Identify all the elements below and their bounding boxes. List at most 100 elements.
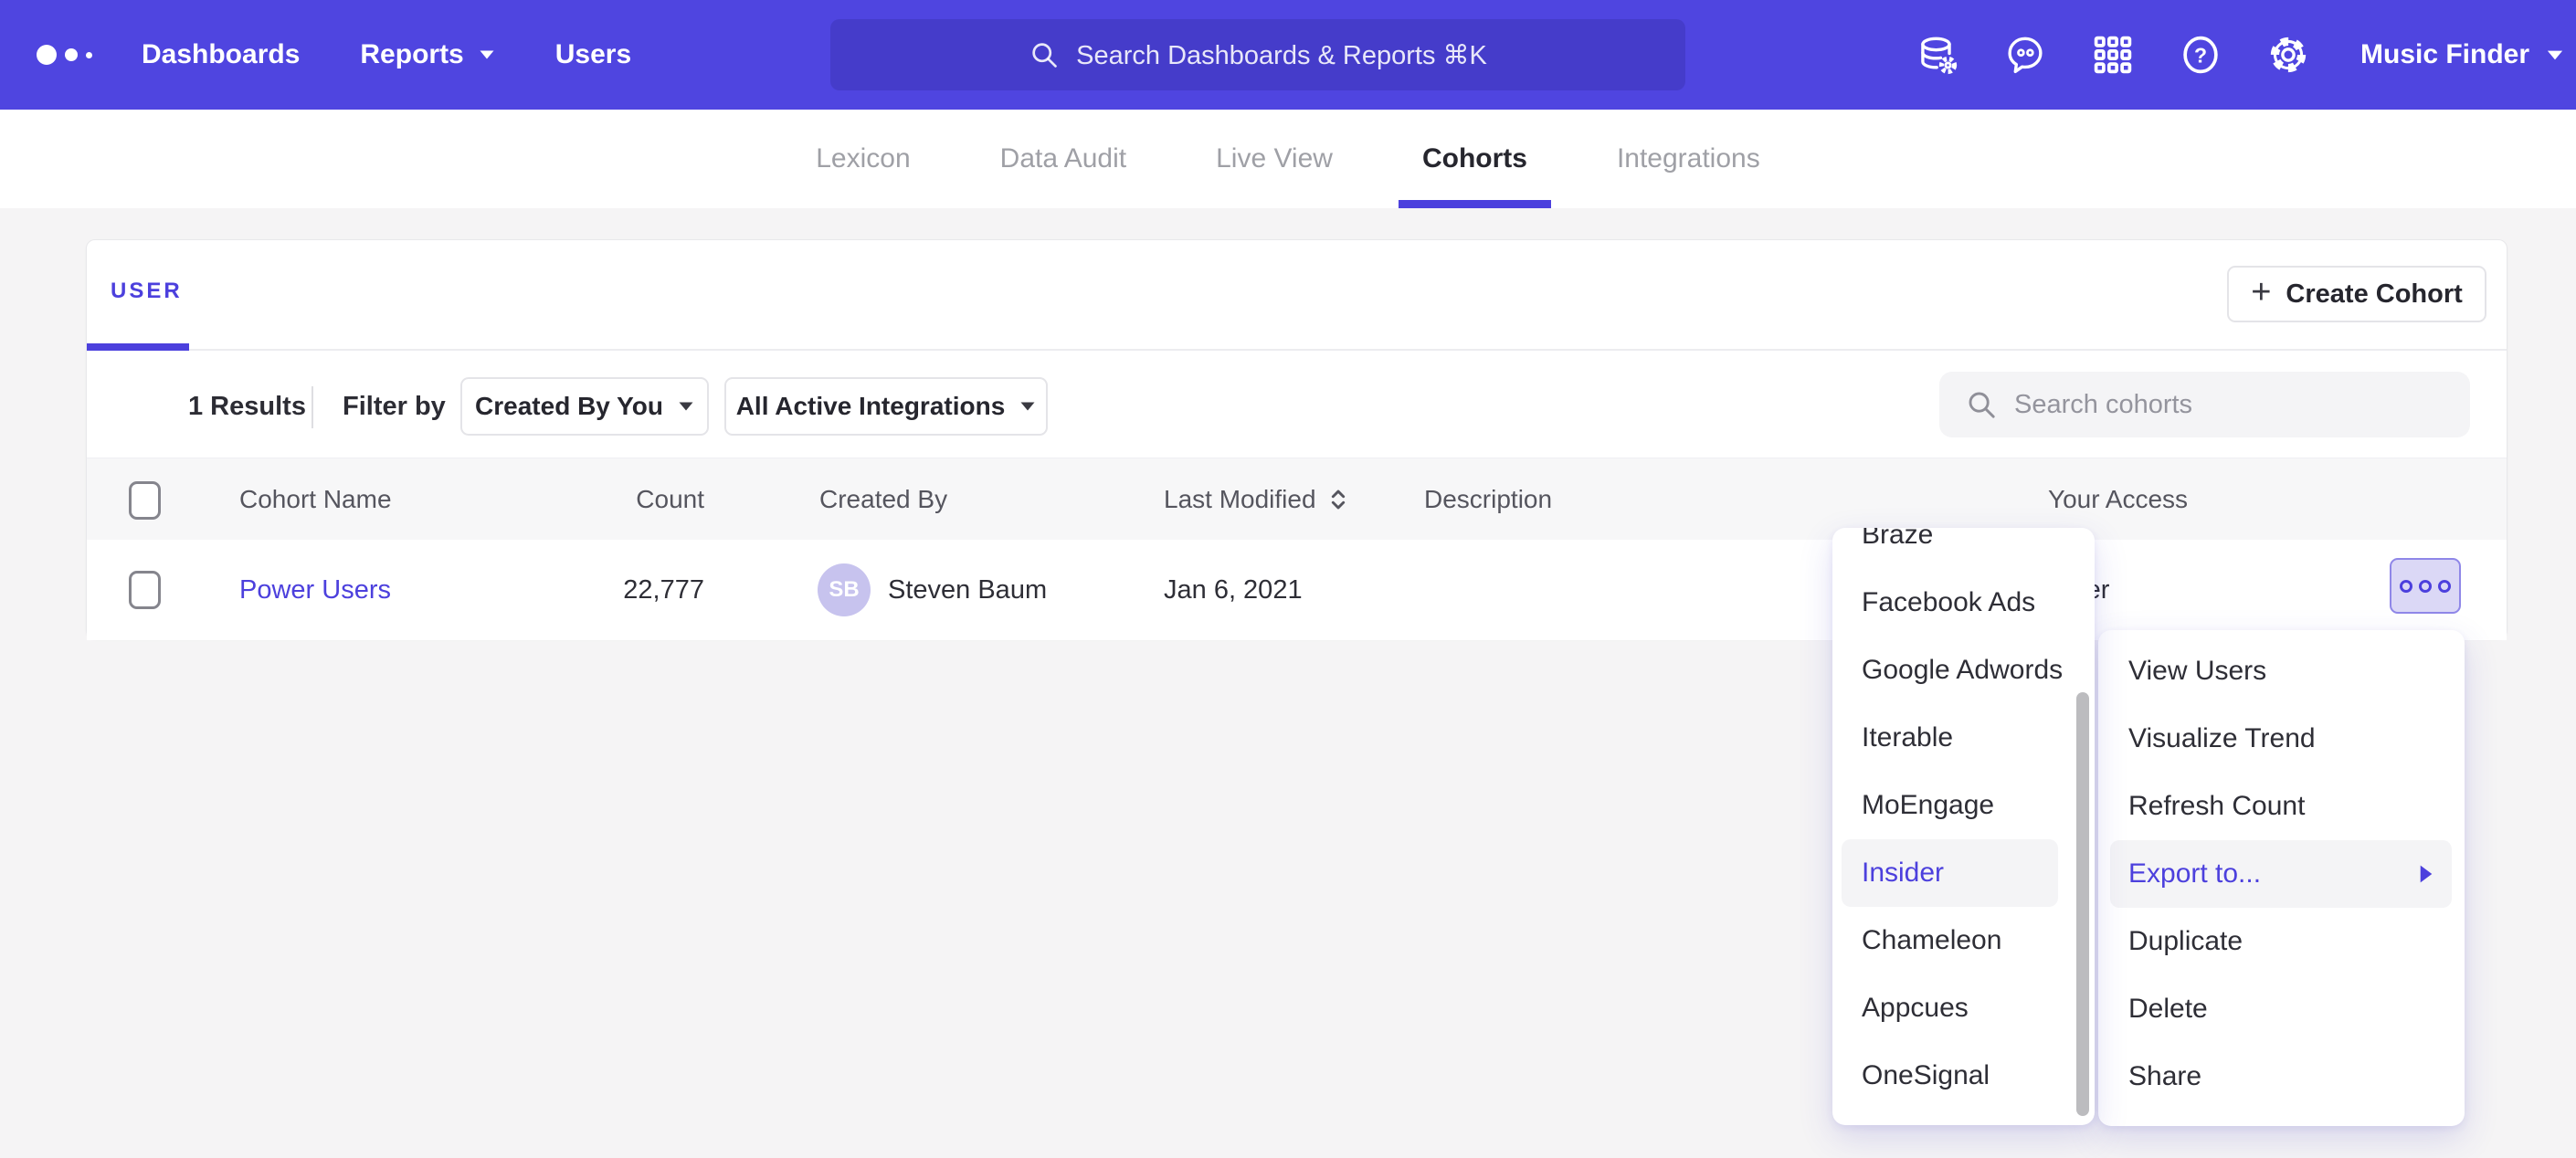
cohorts-card: USER + Create Cohort 1 Results Filter by… (86, 239, 2507, 639)
logo-dot (37, 45, 57, 65)
col-cohort-name: Cohort Name (239, 458, 392, 541)
col-last-modified[interactable]: Last Modified (1164, 458, 1347, 541)
col-created-by: Created By (819, 458, 947, 541)
divider (87, 349, 2507, 351)
tab-lexicon[interactable]: Lexicon (771, 110, 955, 208)
global-search-placeholder: Search Dashboards & Reports ⌘K (1076, 39, 1487, 71)
context-item-delete[interactable]: Delete (2110, 975, 2452, 1043)
avatar: SB (818, 563, 871, 616)
nav-item-label: Dashboards (142, 39, 300, 70)
data-management-icon[interactable] (1916, 34, 1958, 76)
plus-icon: + (2251, 275, 2271, 310)
scrollbar-thumb[interactable] (2076, 692, 2089, 1116)
export-destination-iterable[interactable]: Iterable (1842, 704, 2058, 772)
tab-user-cohorts[interactable]: USER (111, 279, 183, 304)
integrations-filter-dropdown[interactable]: All Active Integrations (724, 377, 1048, 436)
nav-item-users[interactable]: Users (555, 39, 631, 70)
export-destination-moengage[interactable]: MoEngage (1842, 772, 2058, 839)
col-description: Description (1424, 458, 1552, 541)
svg-text:?: ? (2194, 43, 2207, 67)
apps-grid-icon[interactable] (2092, 34, 2134, 76)
row-actions-button[interactable] (2390, 558, 2461, 614)
topbar-nav: Dashboards Reports Users (142, 0, 631, 110)
search-cohorts-input[interactable]: Search cohorts (1939, 372, 2470, 437)
topbar-right: ? Music Finder (1916, 0, 2564, 110)
col-last-modified-label: Last Modified (1164, 485, 1316, 514)
cohort-count: 22,777 (567, 540, 704, 640)
row-checkbox[interactable] (129, 571, 161, 609)
context-item-label: Export to... (2128, 858, 2261, 890)
nav-item-dashboards[interactable]: Dashboards (142, 39, 300, 70)
search-icon (1029, 39, 1060, 70)
cohort-context-menu: View Users Visualize Trend Refresh Count Ex… (2098, 630, 2465, 1126)
create-cohort-button[interactable]: + Create Cohort (2227, 266, 2486, 322)
search-icon (1965, 388, 1998, 421)
context-item-label: Visualize Trend (2128, 723, 2316, 754)
nav-item-label: Reports (360, 39, 463, 70)
last-modified-value: Jan 6, 2021 (1164, 540, 1303, 640)
context-item-visualize-trend[interactable]: Visualize Trend (2110, 705, 2452, 773)
export-destination-appcues[interactable]: Appcues (1842, 974, 2058, 1042)
context-item-label: Share (2128, 1061, 2201, 1092)
created-by-filter-value: Created By You (475, 392, 663, 421)
feedback-bubble-icon[interactable] (2004, 34, 2046, 76)
workspace-switcher[interactable]: Music Finder (2360, 39, 2564, 70)
dot-icon (2400, 580, 2412, 593)
global-search-input[interactable]: Search Dashboards & Reports ⌘K (830, 19, 1685, 90)
dot-icon (2419, 580, 2432, 593)
context-item-label: Duplicate (2128, 926, 2243, 957)
context-item-view-users[interactable]: View Users (2110, 637, 2452, 705)
mixpanel-logo-icon[interactable] (37, 0, 92, 110)
section-tabs: LexiconData AuditLive ViewCohortsIntegra… (0, 110, 2576, 208)
divider (311, 386, 313, 428)
table-row[interactable]: Power Users 22,777 SB Steven Baum Jan 6,… (87, 540, 2507, 640)
context-item-export-to[interactable]: Export to... (2110, 840, 2452, 908)
logo-dot (65, 48, 78, 61)
create-cohort-label: Create Cohort (2286, 279, 2462, 310)
created-by-value: Steven Baum (888, 540, 1047, 640)
sort-icon (1329, 488, 1347, 511)
cohort-name-link[interactable]: Power Users (239, 540, 391, 640)
context-item-label: Delete (2128, 994, 2208, 1025)
dot-icon (2438, 580, 2451, 593)
nav-item-reports[interactable]: Reports (360, 39, 494, 70)
integrations-filter-value: All Active Integrations (736, 392, 1006, 421)
export-destination-insider[interactable]: Insider (1842, 839, 2058, 907)
logo-dot (86, 52, 92, 58)
caret-down-icon (479, 49, 495, 60)
context-item-label: View Users (2128, 656, 2266, 687)
caret-down-icon (1019, 401, 1036, 412)
results-count: 1 Results (188, 392, 306, 422)
export-destinations-menu: BrazeFacebook AdsGoogle AdwordsIterableM… (1832, 528, 2095, 1125)
context-item-label: Refresh Count (2128, 791, 2305, 822)
export-destination-onesignal[interactable]: OneSignal (1842, 1042, 2058, 1110)
export-destinations-list: BrazeFacebook AdsGoogle AdwordsIterableM… (1842, 528, 2058, 1110)
context-item-share[interactable]: Share (2110, 1043, 2452, 1111)
top-bar: Dashboards Reports Users Search Dashboards… (0, 0, 2576, 110)
tab-live-view[interactable]: Live View (1171, 110, 1378, 208)
workspace-name: Music Finder (2360, 39, 2529, 70)
export-destination-google-adwords[interactable]: Google Adwords (1842, 637, 2058, 704)
created-by-filter-dropdown[interactable]: Created By You (460, 377, 709, 436)
cohort-context-list: View Users Visualize Trend Refresh Count Ex… (2110, 637, 2452, 1111)
active-tab-underline (87, 343, 189, 351)
export-destination-chameleon[interactable]: Chameleon (1842, 907, 2058, 974)
search-cohorts-placeholder: Search cohorts (2014, 390, 2192, 420)
caret-down-icon (678, 401, 694, 412)
submenu-arrow-icon (2419, 864, 2433, 884)
filter-by-label: Filter by (343, 392, 446, 422)
table-header: Cohort Name Count Created By Last Modifi… (87, 458, 2507, 540)
tab-cohorts[interactable]: Cohorts (1378, 110, 1572, 208)
nav-item-label: Users (555, 39, 631, 70)
export-destination-braze[interactable]: Braze (1842, 528, 2058, 569)
export-destination-facebook-ads[interactable]: Facebook Ads (1842, 569, 2058, 637)
tab-integrations[interactable]: Integrations (1572, 110, 1805, 208)
help-icon[interactable]: ? (2180, 34, 2222, 76)
tab-data-audit[interactable]: Data Audit (955, 110, 1171, 208)
context-item-refresh-count[interactable]: Refresh Count (2110, 773, 2452, 840)
col-count: Count (604, 458, 704, 541)
context-item-duplicate[interactable]: Duplicate (2110, 908, 2452, 975)
settings-gear-icon[interactable] (2267, 34, 2309, 76)
chevron-down-icon (2546, 49, 2564, 61)
select-all-checkbox[interactable] (129, 481, 161, 520)
